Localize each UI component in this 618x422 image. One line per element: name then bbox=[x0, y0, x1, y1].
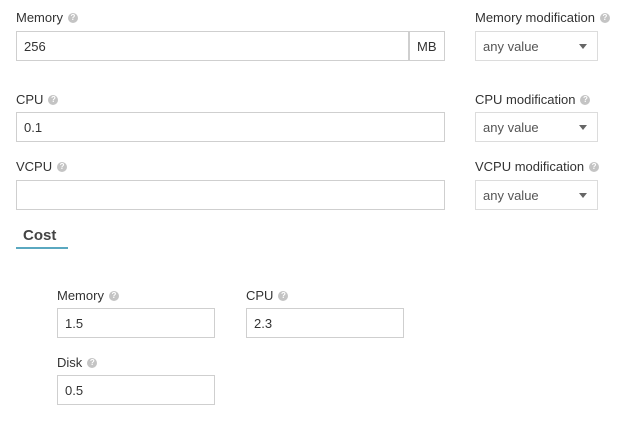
cost-cpu-label: CPU ? bbox=[246, 288, 289, 304]
caret-down-icon bbox=[579, 43, 587, 49]
cost-disk-value: 0.5 bbox=[65, 382, 84, 398]
cost-cpu-input[interactable]: 2.3 bbox=[246, 308, 404, 338]
vcpu-label-text: VCPU bbox=[16, 159, 53, 174]
help-icon[interactable]: ? bbox=[589, 162, 600, 172]
memory-modification-label: Memory modification ? bbox=[475, 10, 610, 26]
cpu-label: CPU ? bbox=[16, 92, 59, 108]
memory-modification-label-text: Memory modification bbox=[475, 10, 595, 25]
vcpu-modification-select[interactable]: any value bbox=[475, 180, 598, 210]
tab-cost-underline bbox=[16, 247, 68, 249]
cost-cpu-value: 2.3 bbox=[254, 315, 273, 331]
cost-disk-label-text: Disk bbox=[57, 355, 83, 370]
memory-input[interactable]: 256 bbox=[16, 31, 409, 61]
cpu-modification-select[interactable]: any value bbox=[475, 112, 598, 142]
help-icon[interactable]: ? bbox=[580, 95, 591, 105]
tab-cost[interactable]: Cost bbox=[23, 227, 56, 244]
vcpu-label: VCPU ? bbox=[16, 159, 68, 175]
vcpu-modification-label-text: VCPU modification bbox=[475, 159, 585, 174]
cost-memory-label-text: Memory bbox=[57, 288, 104, 303]
vcpu-modification-label: VCPU modification ? bbox=[475, 159, 600, 175]
memory-modification-value: any value bbox=[483, 38, 539, 54]
cpu-value: 0.1 bbox=[24, 119, 43, 135]
cpu-input[interactable]: 0.1 bbox=[16, 112, 445, 142]
cost-disk-input[interactable]: 0.5 bbox=[57, 375, 215, 405]
vcpu-input[interactable] bbox=[16, 180, 445, 210]
cost-memory-label: Memory ? bbox=[57, 288, 119, 304]
memory-unit-select[interactable]: MB bbox=[409, 31, 445, 61]
help-icon[interactable]: ? bbox=[48, 95, 59, 105]
help-icon[interactable]: ? bbox=[278, 291, 289, 301]
cost-disk-label: Disk ? bbox=[57, 355, 98, 371]
memory-label: Memory ? bbox=[16, 10, 78, 26]
memory-label-text: Memory bbox=[16, 10, 63, 25]
memory-modification-select[interactable]: any value bbox=[475, 31, 598, 61]
vcpu-modification-value: any value bbox=[483, 187, 539, 203]
memory-unit-value: MB bbox=[417, 38, 437, 54]
cpu-modification-label: CPU modification ? bbox=[475, 92, 591, 108]
caret-down-icon bbox=[579, 192, 587, 198]
cost-cpu-label-text: CPU bbox=[246, 288, 274, 303]
cost-memory-input[interactable]: 1.5 bbox=[57, 308, 215, 338]
help-icon[interactable]: ? bbox=[67, 13, 78, 23]
help-icon[interactable]: ? bbox=[599, 13, 610, 23]
caret-down-icon bbox=[579, 124, 587, 130]
help-icon[interactable]: ? bbox=[108, 291, 119, 301]
cpu-modification-value: any value bbox=[483, 119, 539, 135]
cpu-label-text: CPU bbox=[16, 92, 44, 107]
help-icon[interactable]: ? bbox=[57, 162, 68, 172]
cpu-modification-label-text: CPU modification bbox=[475, 92, 576, 107]
cost-memory-value: 1.5 bbox=[65, 315, 84, 331]
help-icon[interactable]: ? bbox=[87, 358, 98, 368]
memory-value: 256 bbox=[24, 38, 46, 54]
